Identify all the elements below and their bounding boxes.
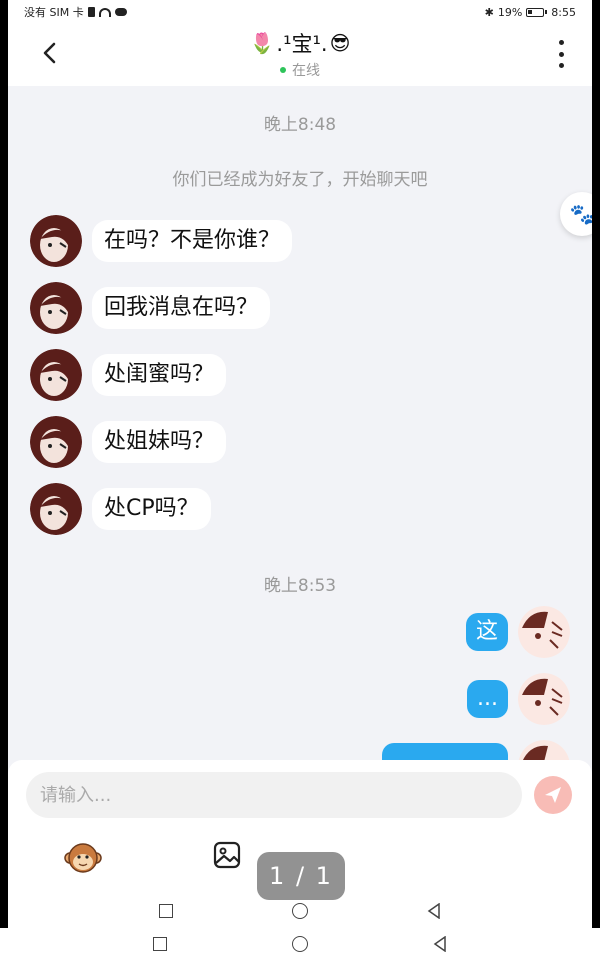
contact-name[interactable]: 🌷 .¹宝¹. 😎 [250,28,351,58]
contact-avatar[interactable] [30,416,82,468]
system-navigation-bar [0,928,600,960]
chat-header: 🌷 .¹宝¹. 😎 在线 [8,24,592,86]
contact-avatar[interactable] [30,282,82,334]
timestamp: 晚上8:53 [263,576,337,596]
contact-name-text: .¹宝¹. [276,32,328,56]
recent-apps-icon[interactable] [153,937,167,951]
message-bubble[interactable]: 在吗？不是你谁？ [92,220,293,262]
recent-apps-icon[interactable] [159,904,173,918]
message-list[interactable]: 晚上8:48 你们已经成为好友了，开始聊天吧 🐾 在吗？不是你谁？ 回我消息在吗… [8,86,592,792]
image-icon [213,841,241,869]
sim-icon [87,7,95,17]
message-bubble[interactable]: 回我消息在吗？ [92,287,271,329]
back-triangle-icon[interactable] [433,936,447,952]
status-left: 没有 SIM 卡 [24,4,127,20]
outgoing-message: ... [467,673,570,725]
app-screen: 没有 SIM 卡 ✱ 19% 8:55 🌷 .¹宝¹. 😎 在线 晚上8:48 … [8,0,592,928]
self-avatar[interactable] [518,673,570,725]
send-button[interactable] [534,776,572,814]
dot-icon [558,51,564,57]
message-bubble[interactable]: 这 [465,613,508,651]
device-frame: 没有 SIM 卡 ✱ 19% 8:55 🌷 .¹宝¹. 😎 在线 晚上8:48 … [0,0,600,960]
sticker-button[interactable] [64,840,102,876]
incoming-message: 处CP吗？ [30,483,211,535]
status-right: ✱ 19% 8:55 [485,6,576,19]
cloud-icon [114,8,127,16]
dot-icon [558,40,564,45]
online-dot-icon [280,67,286,73]
paw-float-button[interactable]: 🐾 [560,192,592,236]
title-area: 🌷 .¹宝¹. 😎 在线 [8,28,592,80]
dot-icon [558,63,564,68]
wifi-icon [98,7,111,17]
status-bar: 没有 SIM 卡 ✱ 19% 8:55 [8,0,592,24]
message-bubble[interactable]: 处CP吗？ [92,488,211,530]
battery-percent: 19% [497,5,523,19]
sunglasses-icon: 😎 [329,31,351,55]
message-bubble[interactable]: ... [467,680,508,718]
bluetooth-icon: ✱ [484,5,494,19]
monkey-icon [64,843,102,873]
online-status-text: 在线 [292,63,320,79]
home-icon[interactable] [292,903,308,919]
contact-avatar[interactable] [30,483,82,535]
timestamp: 晚上8:48 [263,115,337,135]
system-message: 你们已经成为好友了，开始聊天吧 [172,170,428,190]
carrier-text: 没有 SIM 卡 [24,6,84,19]
image-button[interactable] [212,840,242,870]
battery-icon [526,7,548,17]
contact-avatar[interactable] [30,215,82,267]
home-icon[interactable] [292,936,308,952]
message-bubble[interactable]: 处姐妹吗？ [92,421,227,463]
outgoing-message: 这 [465,606,570,658]
tulip-icon: 🌷 [249,31,275,55]
contact-avatar[interactable] [30,349,82,401]
page-indicator: 1 / 1 [257,852,345,900]
message-input[interactable] [26,772,522,818]
incoming-message: 在吗？不是你谁？ [30,215,293,267]
incoming-message: 处姐妹吗？ [30,416,227,468]
incoming-message: 处闺蜜吗？ [30,349,227,401]
clock: 8:55 [551,5,576,19]
message-bubble[interactable]: 处闺蜜吗？ [92,354,227,396]
back-triangle-icon[interactable] [427,903,441,919]
incoming-message: 回我消息在吗？ [30,282,271,334]
self-avatar[interactable] [518,606,570,658]
send-icon [545,787,561,803]
more-options-button[interactable] [556,40,566,68]
online-status: 在线 [280,60,320,80]
